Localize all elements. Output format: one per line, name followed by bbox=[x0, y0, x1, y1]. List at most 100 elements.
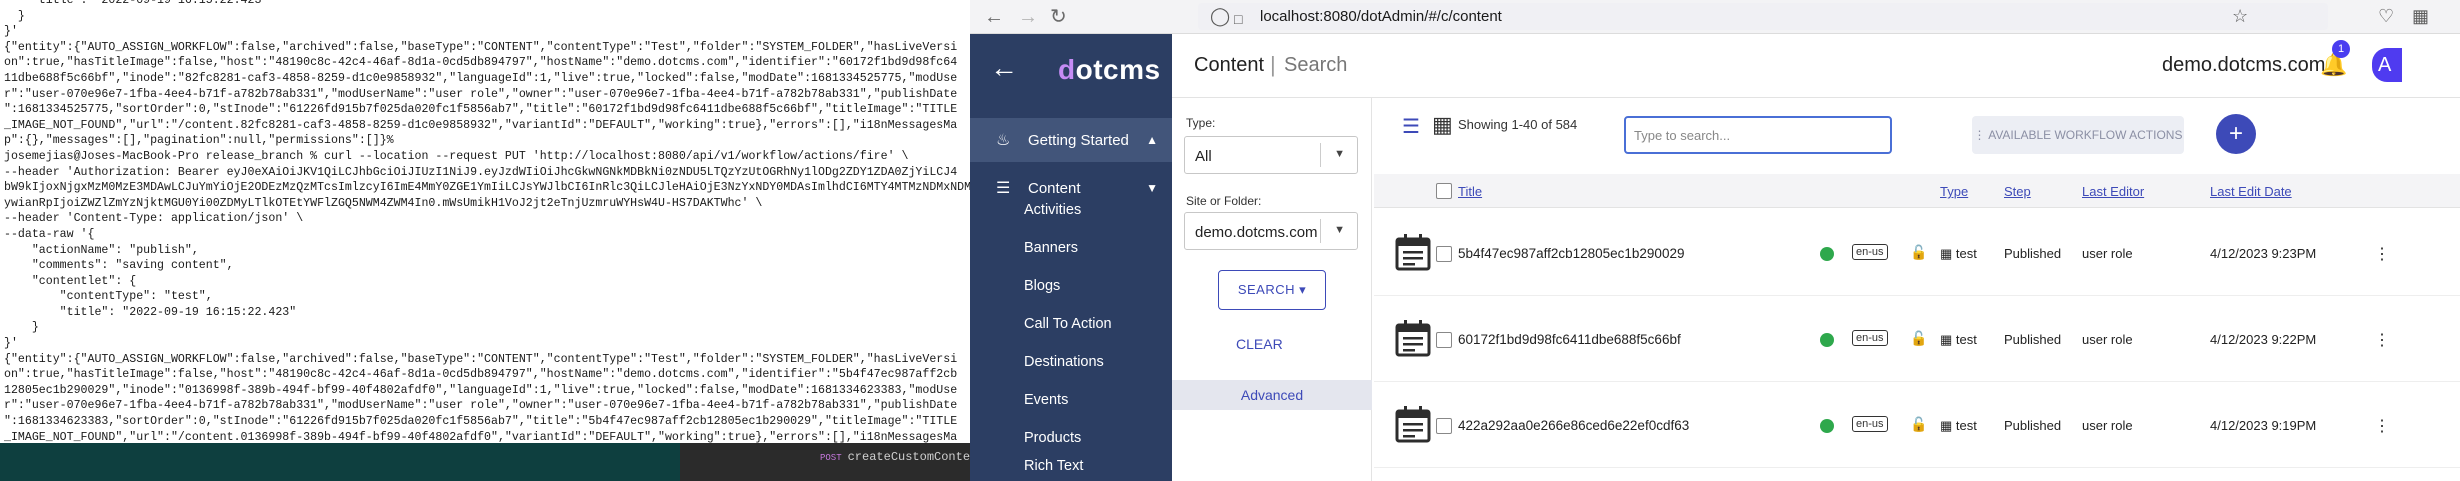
editor-text: createCustomContent bbox=[847, 450, 985, 464]
content-icon: ▦ bbox=[1940, 332, 1953, 347]
row-type-label: test bbox=[1955, 332, 1977, 347]
url-text[interactable]: localhost:8080/dotAdmin/#/c/content bbox=[1260, 8, 1502, 25]
select-divider bbox=[1320, 143, 1321, 167]
row-date: 4/12/2023 9:23PM bbox=[2210, 246, 2317, 261]
site-folder-label: Site or Folder: bbox=[1186, 194, 1262, 208]
type-label: Type: bbox=[1186, 116, 1216, 130]
kebab-menu-icon[interactable]: ⋮ bbox=[2374, 244, 2390, 264]
select-divider bbox=[1320, 219, 1321, 243]
notification-badge: 1 bbox=[2332, 40, 2350, 58]
language-badge: en-us bbox=[1852, 416, 1888, 432]
page-icon[interactable]: □ bbox=[1234, 8, 1242, 30]
site-selector[interactable]: demo.dotcms.com bbox=[2162, 54, 2325, 77]
sidebar-item-events[interactable]: Events bbox=[1024, 392, 1068, 408]
table-row[interactable]: 5b4f47ec987aff2cb12805ec1b290029 en-us 🔓 ▦ … bbox=[1374, 210, 2460, 296]
table-row[interactable]: 422a292aa0e266e86ced6e22ef0cdf63 en-us 🔓 ▦ … bbox=[1374, 382, 2460, 468]
row-editor: user role bbox=[2082, 246, 2133, 261]
arrow-right-icon[interactable]: → bbox=[1018, 5, 1038, 29]
sidebar-item-blogs[interactable]: Blogs bbox=[1024, 278, 1060, 294]
dotcms-sidebar: ← dotcms ♨ Getting Started ▲ ☰ Content ▼… bbox=[970, 34, 1172, 481]
row-checkbox[interactable] bbox=[1436, 246, 1452, 262]
logo-text: otcms bbox=[1075, 54, 1161, 85]
language-badge: en-us bbox=[1852, 330, 1888, 346]
content-icon: ▦ bbox=[1940, 246, 1953, 261]
column-title[interactable]: Title bbox=[1458, 184, 1482, 199]
shield-icon[interactable]: ◯ bbox=[1210, 5, 1230, 27]
terminal-window[interactable]: "title": "2022-09-19 16:15:22.423" } }' … bbox=[0, 0, 970, 481]
column-type[interactable]: Type bbox=[1940, 184, 1968, 199]
type-value: All bbox=[1195, 148, 1212, 165]
list-view-icon[interactable]: ☰ bbox=[1402, 114, 1420, 139]
status-badge bbox=[1820, 247, 1834, 261]
lock-icon[interactable]: 🔓 bbox=[1910, 244, 1927, 261]
reload-icon[interactable]: ↻ bbox=[1050, 5, 1067, 29]
chevron-up-icon: ▲ bbox=[1146, 133, 1158, 147]
search-button[interactable]: SEARCH ▾ bbox=[1218, 270, 1326, 310]
editor-keyword: POST bbox=[820, 453, 842, 463]
site-folder-value: demo.dotcms.com bbox=[1195, 224, 1318, 241]
kebab-menu-icon[interactable]: ⋮ bbox=[2374, 416, 2390, 436]
workflow-actions-button[interactable]: ⋮ AVAILABLE WORKFLOW ACTIONS bbox=[1972, 116, 2184, 154]
content-type-icon bbox=[1395, 234, 1431, 271]
row-step: Published bbox=[2004, 246, 2062, 261]
row-date: 4/12/2023 9:19PM bbox=[2210, 418, 2317, 433]
sidebar-item-products[interactable]: Products bbox=[1024, 430, 1081, 446]
language-badge: en-us bbox=[1852, 244, 1888, 260]
grid-view-icon[interactable]: ▦ bbox=[1432, 112, 1453, 138]
collapse-menu-icon[interactable]: ← bbox=[990, 54, 1018, 82]
editor-background bbox=[0, 443, 680, 481]
clear-button[interactable]: CLEAR bbox=[1236, 336, 1283, 352]
content-type-icon bbox=[1395, 406, 1431, 443]
bookmark-star-icon[interactable]: ☆ bbox=[2232, 5, 2248, 27]
row-checkbox[interactable] bbox=[1436, 332, 1452, 348]
row-type: ▦ test bbox=[1940, 246, 1977, 262]
list-icon: ☰ bbox=[996, 180, 1011, 197]
select-all-checkbox[interactable] bbox=[1436, 183, 1452, 199]
sidebar-item-activities[interactable]: Activities bbox=[1024, 202, 1081, 218]
row-editor: user role bbox=[2082, 332, 2133, 347]
row-type-label: test bbox=[1955, 418, 1977, 433]
breadcrumb-search: Search bbox=[1284, 54, 1348, 76]
row-title[interactable]: 422a292aa0e266e86ced6e22ef0cdf63 bbox=[1458, 418, 1689, 433]
column-step[interactable]: Step bbox=[2004, 184, 2031, 199]
dotcms-logo: dotcms bbox=[1058, 54, 1161, 85]
status-badge bbox=[1820, 333, 1834, 347]
content-header: Content | Search demo.dotcms.com 🔔 1 A bbox=[1172, 34, 2460, 98]
type-select[interactable]: All ▼ bbox=[1184, 136, 1358, 174]
row-type-label: test bbox=[1955, 246, 1977, 261]
results-panel: ☰ ▦ Showing 1-40 of 584 ⋮ AVAILABLE WORK… bbox=[1374, 98, 2460, 481]
chevron-down-icon: ▼ bbox=[1146, 181, 1158, 195]
lock-icon[interactable]: 🔓 bbox=[1910, 416, 1927, 433]
site-folder-select[interactable]: demo.dotcms.com ▼ bbox=[1184, 212, 1358, 250]
search-input[interactable] bbox=[1624, 116, 1892, 154]
sidebar-item-banners[interactable]: Banners bbox=[1024, 240, 1078, 256]
content-type-icon bbox=[1395, 320, 1431, 357]
chevron-down-icon: ▼ bbox=[1334, 224, 1345, 236]
sidebar-item-destinations[interactable]: Destinations bbox=[1024, 354, 1104, 370]
results-toolbar: ☰ ▦ Showing 1-40 of 584 ⋮ AVAILABLE WORK… bbox=[1374, 98, 2460, 154]
column-last-edit-date[interactable]: Last Edit Date bbox=[2210, 184, 2292, 199]
pocket-icon[interactable]: ♡ bbox=[2378, 5, 2394, 27]
sidebar-section-getting-started[interactable]: ♨ Getting Started ▲ bbox=[970, 118, 1172, 162]
breadcrumb-separator: | bbox=[1270, 52, 1276, 77]
search-button-label: SEARCH bbox=[1237, 282, 1296, 297]
sidebar-item-call-to-action[interactable]: Call To Action bbox=[1024, 316, 1112, 332]
row-title[interactable]: 5b4f47ec987aff2cb12805ec1b290029 bbox=[1458, 246, 1684, 261]
row-date: 4/12/2023 9:22PM bbox=[2210, 332, 2317, 347]
add-content-button[interactable]: + bbox=[2216, 114, 2256, 154]
row-title[interactable]: 60172f1bd9d98fc6411dbe688f5c66bf bbox=[1458, 332, 1681, 347]
advanced-toggle[interactable]: Advanced bbox=[1172, 380, 1372, 410]
kebab-menu-icon[interactable]: ⋮ bbox=[2374, 330, 2390, 350]
row-type: ▦ test bbox=[1940, 418, 1977, 434]
chevron-down-icon: ▼ bbox=[1334, 148, 1345, 160]
table-row[interactable]: 60172f1bd9d98fc6411dbe688f5c66bf en-us 🔓 ▦ … bbox=[1374, 296, 2460, 382]
avatar[interactable]: A bbox=[2372, 48, 2402, 82]
editor-line[interactable]: POST createCustomContent bbox=[820, 450, 984, 464]
row-checkbox[interactable] bbox=[1436, 418, 1452, 434]
status-badge bbox=[1820, 419, 1834, 433]
column-last-editor[interactable]: Last Editor bbox=[2082, 184, 2144, 199]
arrow-left-icon[interactable]: ← bbox=[984, 5, 1004, 29]
extensions-icon[interactable]: ▦ bbox=[2412, 5, 2429, 27]
sidebar-item-rich-text[interactable]: Rich Text bbox=[1024, 458, 1083, 474]
lock-icon[interactable]: 🔓 bbox=[1910, 330, 1927, 347]
